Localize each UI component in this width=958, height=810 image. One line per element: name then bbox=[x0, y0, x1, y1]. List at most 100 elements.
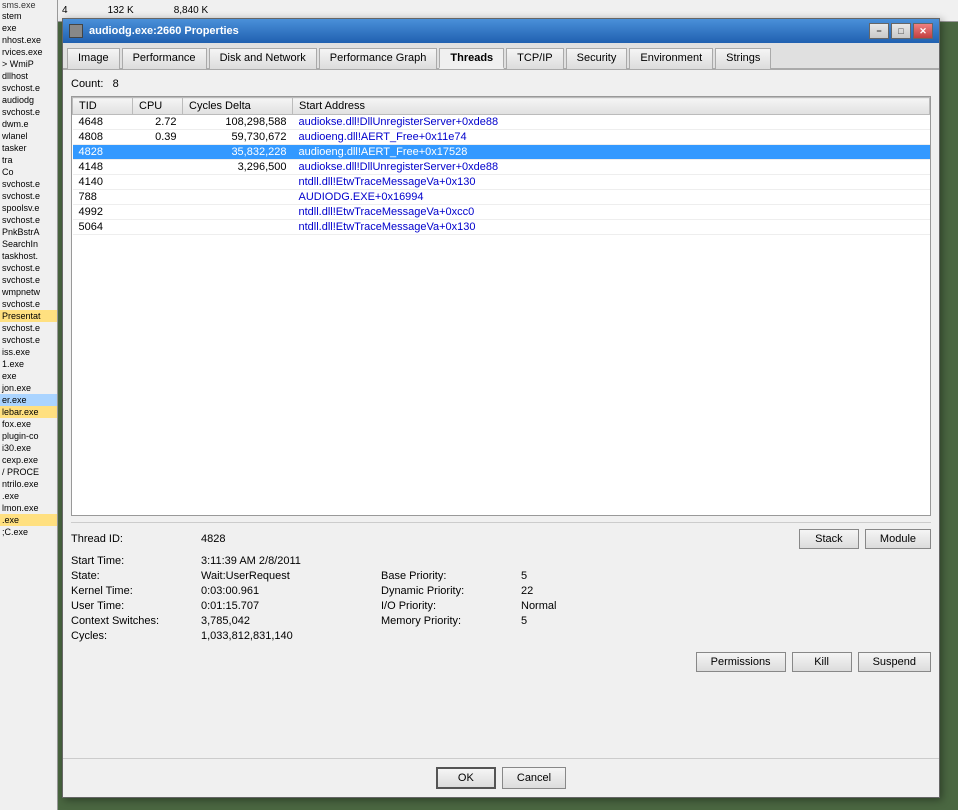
sidebar-item: Co bbox=[0, 166, 57, 178]
sidebar-item: svchost.e bbox=[0, 106, 57, 118]
cell-cycles bbox=[183, 205, 293, 220]
memory-priority-value: 5 bbox=[521, 615, 527, 627]
tab-performance[interactable]: Performance bbox=[122, 48, 207, 69]
context-switches-label: Context Switches: bbox=[71, 615, 201, 627]
close-button[interactable]: ✕ bbox=[913, 23, 933, 39]
io-priority-label: I/O Priority: bbox=[381, 600, 521, 612]
detail-panel: Thread ID: 4828 Stack Module Start Time:… bbox=[71, 522, 931, 678]
cell-address: AUDIODG.EXE+0x16994 bbox=[293, 190, 930, 205]
col-start-address[interactable]: Start Address bbox=[293, 98, 930, 115]
sidebar-item: svchost.e bbox=[0, 262, 57, 274]
sidebar-item: PnkBstrA bbox=[0, 226, 57, 238]
base-priority-value: 5 bbox=[521, 570, 527, 582]
sidebar-item: svchost.e bbox=[0, 334, 57, 346]
tab-performance-graph[interactable]: Performance Graph bbox=[319, 48, 438, 69]
thread-id-value: 4828 bbox=[201, 533, 301, 545]
dynamic-priority-label: Dynamic Priority: bbox=[381, 585, 521, 597]
tab-environment[interactable]: Environment bbox=[629, 48, 713, 69]
sidebar-item: tra bbox=[0, 154, 57, 166]
sidebar-item: / PROCE bbox=[0, 466, 57, 478]
start-time-value: 3:11:39 AM 2/8/2011 bbox=[201, 555, 301, 567]
col-tid[interactable]: TID bbox=[73, 98, 133, 115]
cell-cpu bbox=[133, 160, 183, 175]
thread-table-container[interactable]: TID CPU Cycles Delta Start Address 46482… bbox=[71, 96, 931, 516]
cell-cycles bbox=[183, 220, 293, 235]
cancel-button[interactable]: Cancel bbox=[502, 767, 566, 789]
table-row[interactable]: 46482.72108,298,588audiokse.dll!DllUnreg… bbox=[73, 115, 930, 130]
sidebar-item: exe bbox=[0, 370, 57, 382]
memory-priority-label: Memory Priority: bbox=[381, 615, 521, 627]
tab-tcpip[interactable]: TCP/IP bbox=[506, 48, 563, 69]
cell-cycles: 59,730,672 bbox=[183, 130, 293, 145]
topbar-col2: 132 K bbox=[108, 5, 134, 16]
state-value: Wait:UserRequest bbox=[201, 570, 381, 582]
table-row[interactable]: 4992ntdll.dll!EtwTraceMessageVa+0xcc0 bbox=[73, 205, 930, 220]
cell-tid: 5064 bbox=[73, 220, 133, 235]
ok-button[interactable]: OK bbox=[436, 767, 496, 789]
table-row[interactable]: 41483,296,500audiokse.dll!DllUnregisterS… bbox=[73, 160, 930, 175]
cycles-label: Cycles: bbox=[71, 630, 201, 642]
cell-tid: 4828 bbox=[73, 145, 133, 160]
properties-window: audiodg.exe:2660 Properties − □ ✕ Image … bbox=[62, 18, 940, 798]
tab-content: Count: 8 TID CPU Cycles Delta Start Addr… bbox=[63, 70, 939, 758]
dynamic-priority-value: 22 bbox=[521, 585, 533, 597]
kernel-time-value: 0:03:00.961 bbox=[201, 585, 381, 597]
table-row[interactable]: 48080.3959,730,672audioeng.dll!AERT_Free… bbox=[73, 130, 930, 145]
sidebar-item: lmon.exe bbox=[0, 502, 57, 514]
cell-address: audioeng.dll!AERT_Free+0x17528 bbox=[293, 145, 930, 160]
cell-tid: 788 bbox=[73, 190, 133, 205]
count-row: Count: 8 bbox=[71, 78, 931, 90]
sidebar-item: svchost.e bbox=[0, 214, 57, 226]
tab-image[interactable]: Image bbox=[67, 48, 120, 69]
table-row[interactable]: 482835,832,228audioeng.dll!AERT_Free+0x1… bbox=[73, 145, 930, 160]
count-label: Count: bbox=[71, 78, 103, 90]
sidebar-item: spoolsv.e bbox=[0, 202, 57, 214]
topbar-col1: 4 bbox=[62, 5, 68, 16]
sidebar-item: svchost.e bbox=[0, 322, 57, 334]
sidebar-item: svchost.e bbox=[0, 274, 57, 286]
sidebar-item: .exe bbox=[0, 490, 57, 502]
tab-strings[interactable]: Strings bbox=[715, 48, 771, 69]
col-cycles-delta[interactable]: Cycles Delta bbox=[183, 98, 293, 115]
cell-cycles: 3,296,500 bbox=[183, 160, 293, 175]
sidebar-item: taskhost. bbox=[0, 250, 57, 262]
context-switches-value: 3,785,042 bbox=[201, 615, 381, 627]
sidebar-item: ;C.exe bbox=[0, 526, 57, 538]
minimize-button[interactable]: − bbox=[869, 23, 889, 39]
tab-security[interactable]: Security bbox=[566, 48, 628, 69]
cell-address: audiokse.dll!DllUnregisterServer+0xde88 bbox=[293, 160, 930, 175]
stack-button[interactable]: Stack bbox=[799, 529, 859, 549]
window-icon bbox=[69, 24, 83, 38]
maximize-button[interactable]: □ bbox=[891, 23, 911, 39]
sidebar-item: cexp.exe bbox=[0, 454, 57, 466]
suspend-button[interactable]: Suspend bbox=[858, 652, 931, 672]
tab-disk-and-network[interactable]: Disk and Network bbox=[209, 48, 317, 69]
sidebar-item: 1.exe bbox=[0, 358, 57, 370]
tab-threads[interactable]: Threads bbox=[439, 48, 504, 69]
module-button[interactable]: Module bbox=[865, 529, 931, 549]
cell-address: audiokse.dll!DllUnregisterServer+0xde88 bbox=[293, 115, 930, 130]
cycles-value: 1,033,812,831,140 bbox=[201, 630, 293, 642]
permissions-button[interactable]: Permissions bbox=[696, 652, 786, 672]
table-row[interactable]: 788 AUDIODG.EXE+0x16994 bbox=[73, 190, 930, 205]
sidebar-item: dllhost bbox=[0, 70, 57, 82]
sidebar-item: exe bbox=[0, 22, 57, 34]
table-row[interactable]: 4140ntdll.dll!EtwTraceMessageVa+0x130 bbox=[73, 175, 930, 190]
start-time-label: Start Time: bbox=[71, 555, 201, 567]
sidebar-item: er.exe bbox=[0, 394, 57, 406]
kill-button[interactable]: Kill bbox=[792, 652, 852, 672]
state-label: State: bbox=[71, 570, 201, 582]
sidebar-item: stem bbox=[0, 10, 57, 22]
cell-tid: 4648 bbox=[73, 115, 133, 130]
sidebar-item: lebar.exe bbox=[0, 406, 57, 418]
col-cpu[interactable]: CPU bbox=[133, 98, 183, 115]
cell-cpu bbox=[133, 190, 183, 205]
topbar-col3: 8,840 K bbox=[174, 5, 208, 16]
cell-tid: 4808 bbox=[73, 130, 133, 145]
window-titlebar: audiodg.exe:2660 Properties − □ ✕ bbox=[63, 19, 939, 43]
sidebar-item: .exe bbox=[0, 514, 57, 526]
sidebar-item: audiodg bbox=[0, 94, 57, 106]
cell-cpu: 0.39 bbox=[133, 130, 183, 145]
cell-cpu: 2.72 bbox=[133, 115, 183, 130]
table-row[interactable]: 5064ntdll.dll!EtwTraceMessageVa+0x130 bbox=[73, 220, 930, 235]
